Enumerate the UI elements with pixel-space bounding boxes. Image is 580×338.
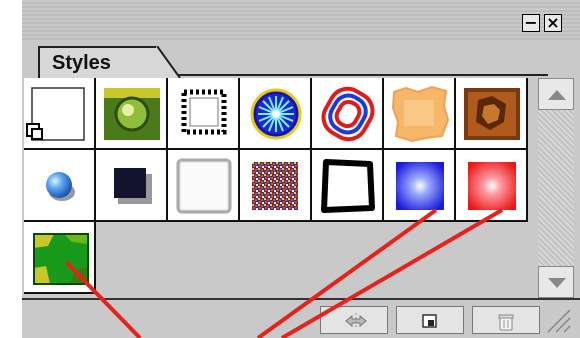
trash-icon bbox=[498, 314, 514, 331]
blue-star-swatch[interactable] bbox=[240, 78, 312, 150]
scroll-up-button[interactable] bbox=[538, 78, 574, 110]
wood-texture-icon bbox=[464, 88, 520, 140]
dotted-frame-swatch[interactable] bbox=[168, 78, 240, 150]
default-style-swatch[interactable] bbox=[24, 78, 96, 150]
camo-icon bbox=[33, 233, 89, 285]
wood-texture-swatch[interactable] bbox=[456, 78, 528, 150]
green-bevel-swatch[interactable] bbox=[96, 78, 168, 150]
rough-edge-icon bbox=[391, 85, 450, 143]
emboss-icon bbox=[176, 158, 232, 214]
tab-divider bbox=[178, 74, 548, 76]
no-style-icon bbox=[26, 87, 85, 141]
orange-rough-swatch[interactable] bbox=[384, 78, 456, 150]
red-glow-swatch[interactable] bbox=[456, 150, 528, 222]
scroll-down-button[interactable] bbox=[538, 266, 574, 298]
drop-shadow-icon bbox=[114, 168, 152, 204]
new-style-button[interactable] bbox=[396, 306, 464, 334]
noise-texture-swatch[interactable] bbox=[240, 150, 312, 222]
blue-glow-icon bbox=[396, 162, 444, 210]
panel-title-bar[interactable]: − × bbox=[22, 0, 580, 42]
red-glow-icon bbox=[468, 162, 516, 210]
blue-star-icon bbox=[250, 88, 302, 140]
navy-drop-shadow-swatch[interactable] bbox=[96, 150, 168, 222]
vertical-scrollbar[interactable] bbox=[538, 78, 574, 298]
bubble-icon bbox=[46, 172, 75, 201]
tab-row: Styles bbox=[22, 42, 580, 116]
new-style-icon bbox=[422, 314, 437, 328]
arrow-down-icon bbox=[548, 278, 566, 288]
clear-style-icon bbox=[345, 313, 367, 329]
resize-grip-icon[interactable] bbox=[544, 306, 572, 334]
tab-styles[interactable]: Styles bbox=[38, 46, 158, 78]
green-camo-swatch[interactable] bbox=[24, 222, 96, 294]
black-frame-swatch[interactable] bbox=[312, 150, 384, 222]
blue-glow-swatch[interactable] bbox=[384, 150, 456, 222]
rings-icon bbox=[321, 86, 375, 142]
green-gem-icon bbox=[104, 88, 160, 140]
red-blue-rings-swatch[interactable] bbox=[312, 78, 384, 150]
arrow-up-icon bbox=[548, 90, 566, 100]
white-emboss-swatch[interactable] bbox=[168, 150, 240, 222]
delete-style-button[interactable] bbox=[472, 306, 540, 334]
noise-icon bbox=[252, 162, 298, 210]
minimize-button[interactable]: − bbox=[522, 14, 540, 32]
black-frame-icon bbox=[321, 159, 375, 213]
styles-panel: − × Styles bbox=[22, 0, 580, 338]
styles-grid bbox=[24, 78, 536, 298]
dotted-frame-icon bbox=[181, 89, 227, 135]
panel-bottom-bar bbox=[22, 298, 580, 338]
blue-bubble-swatch[interactable] bbox=[24, 150, 96, 222]
close-button[interactable]: × bbox=[544, 14, 562, 32]
clear-style-button[interactable] bbox=[320, 306, 388, 334]
